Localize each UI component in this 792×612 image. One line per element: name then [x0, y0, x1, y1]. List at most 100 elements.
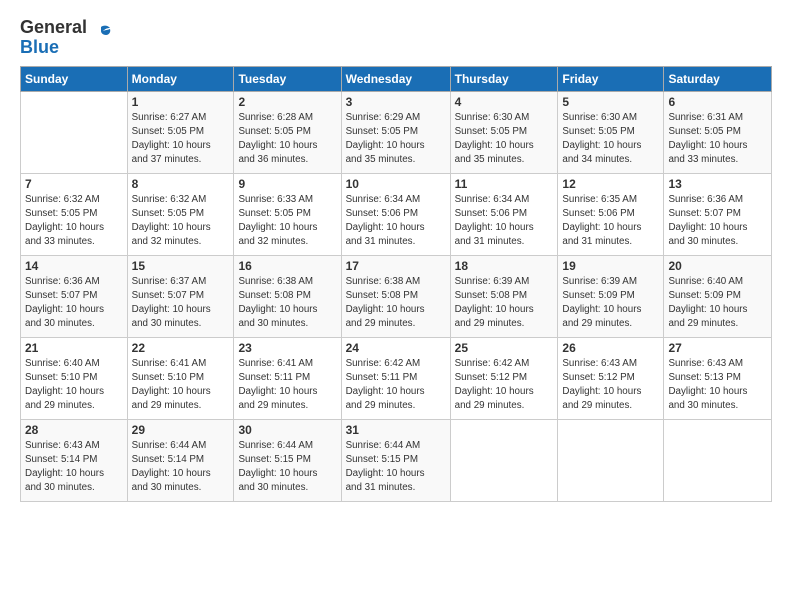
day-number: 20: [668, 259, 767, 273]
calendar-cell: 9 Sunrise: 6:33 AMSunset: 5:05 PMDaylight…: [234, 173, 341, 255]
calendar-cell: 31Sunrise: 6:44 AMSunset: 5:15 PMDayligh…: [341, 419, 450, 501]
calendar-cell: 11 Sunrise: 6:34 AMSunset: 5:06 PMDayligh…: [450, 173, 558, 255]
day-info: Sunrise: 6:34 AMSunset: 5:06 PMDaylight:…: [346, 193, 446, 250]
day-info: Sunrise: 6:42 AMSunset: 5:11 PMDaylight:…: [346, 357, 446, 414]
day-info: Sunrise: 6:27 AMSunset: 5:05 PMDaylight:…: [132, 111, 230, 168]
calendar-cell: [21, 91, 128, 173]
day-info: Sunrise: 6:42 AMSunset: 5:12 PMDaylight:…: [455, 357, 554, 414]
week-row-3: 21 Sunrise: 6:40 AMSunset: 5:10 PMDayligh…: [21, 337, 772, 419]
calendar-cell: 29Sunrise: 6:44 AMSunset: 5:14 PMDayligh…: [127, 419, 234, 501]
calendar-cell: 26 Sunrise: 6:43 AMSunset: 5:12 PMDayligh…: [558, 337, 664, 419]
day-number: 18: [455, 259, 554, 273]
day-info: Sunrise: 6:31 AMSunset: 5:05 PMDaylight:…: [668, 111, 767, 168]
week-row-2: 14Sunrise: 6:36 AMSunset: 5:07 PMDayligh…: [21, 255, 772, 337]
day-number: 12: [562, 177, 659, 191]
header-thursday: Thursday: [450, 66, 558, 91]
day-number: 21: [25, 341, 123, 355]
calendar-cell: 10 Sunrise: 6:34 AMSunset: 5:06 PMDayligh…: [341, 173, 450, 255]
header-saturday: Saturday: [664, 66, 772, 91]
day-number: 23: [238, 341, 336, 355]
logo: General Blue: [20, 18, 113, 58]
day-number: 28: [25, 423, 123, 437]
day-number: 16: [238, 259, 336, 273]
week-row-0: 1 Sunrise: 6:27 AMSunset: 5:05 PMDaylight…: [21, 91, 772, 173]
day-number: 9: [238, 177, 336, 191]
day-number: 7: [25, 177, 123, 191]
day-info: Sunrise: 6:34 AMSunset: 5:06 PMDaylight:…: [455, 193, 554, 250]
day-number: 5: [562, 95, 659, 109]
day-info: Sunrise: 6:29 AMSunset: 5:05 PMDaylight:…: [346, 111, 446, 168]
calendar-cell: [558, 419, 664, 501]
calendar-cell: 18 Sunrise: 6:39 AMSunset: 5:08 PMDayligh…: [450, 255, 558, 337]
calendar-cell: 16 Sunrise: 6:38 AMSunset: 5:08 PMDayligh…: [234, 255, 341, 337]
logo-general: General: [20, 17, 87, 37]
calendar-cell: 14Sunrise: 6:36 AMSunset: 5:07 PMDayligh…: [21, 255, 128, 337]
day-info: Sunrise: 6:39 AMSunset: 5:08 PMDaylight:…: [455, 275, 554, 332]
calendar-cell: 8 Sunrise: 6:32 AMSunset: 5:05 PMDaylight…: [127, 173, 234, 255]
day-info: Sunrise: 6:44 AMSunset: 5:14 PMDaylight:…: [132, 439, 230, 496]
calendar-cell: 13Sunrise: 6:36 AMSunset: 5:07 PMDayligh…: [664, 173, 772, 255]
logo-text: General Blue: [20, 18, 87, 58]
calendar-cell: 5Sunrise: 6:30 AMSunset: 5:05 PMDaylight…: [558, 91, 664, 173]
calendar-cell: 6 Sunrise: 6:31 AMSunset: 5:05 PMDaylight…: [664, 91, 772, 173]
day-number: 17: [346, 259, 446, 273]
day-info: Sunrise: 6:41 AMSunset: 5:11 PMDaylight:…: [238, 357, 336, 414]
day-info: Sunrise: 6:41 AMSunset: 5:10 PMDaylight:…: [132, 357, 230, 414]
day-number: 8: [132, 177, 230, 191]
day-number: 15: [132, 259, 230, 273]
day-info: Sunrise: 6:43 AMSunset: 5:14 PMDaylight:…: [25, 439, 123, 496]
calendar-cell: 4Sunrise: 6:30 AMSunset: 5:05 PMDaylight…: [450, 91, 558, 173]
day-info: Sunrise: 6:38 AMSunset: 5:08 PMDaylight:…: [346, 275, 446, 332]
calendar-cell: 3Sunrise: 6:29 AMSunset: 5:05 PMDaylight…: [341, 91, 450, 173]
day-info: Sunrise: 6:35 AMSunset: 5:06 PMDaylight:…: [562, 193, 659, 250]
day-number: 31: [346, 423, 446, 437]
day-number: 25: [455, 341, 554, 355]
day-number: 13: [668, 177, 767, 191]
day-number: 10: [346, 177, 446, 191]
day-info: Sunrise: 6:36 AMSunset: 5:07 PMDaylight:…: [25, 275, 123, 332]
day-info: Sunrise: 6:40 AMSunset: 5:09 PMDaylight:…: [668, 275, 767, 332]
day-info: Sunrise: 6:33 AMSunset: 5:05 PMDaylight:…: [238, 193, 336, 250]
day-number: 11: [455, 177, 554, 191]
header: General Blue: [20, 18, 772, 58]
day-info: Sunrise: 6:38 AMSunset: 5:08 PMDaylight:…: [238, 275, 336, 332]
day-number: 24: [346, 341, 446, 355]
day-info: Sunrise: 6:28 AMSunset: 5:05 PMDaylight:…: [238, 111, 336, 168]
day-number: 26: [562, 341, 659, 355]
logo-blue: Blue: [20, 37, 59, 57]
day-info: Sunrise: 6:32 AMSunset: 5:05 PMDaylight:…: [25, 193, 123, 250]
calendar-cell: 20 Sunrise: 6:40 AMSunset: 5:09 PMDayligh…: [664, 255, 772, 337]
calendar-cell: 17 Sunrise: 6:38 AMSunset: 5:08 PMDayligh…: [341, 255, 450, 337]
calendar-table: SundayMondayTuesdayWednesdayThursdayFrid…: [20, 66, 772, 502]
day-info: Sunrise: 6:43 AMSunset: 5:13 PMDaylight:…: [668, 357, 767, 414]
week-row-1: 7 Sunrise: 6:32 AMSunset: 5:05 PMDaylight…: [21, 173, 772, 255]
day-number: 22: [132, 341, 230, 355]
day-number: 6: [668, 95, 767, 109]
calendar-cell: 28 Sunrise: 6:43 AMSunset: 5:14 PMDayligh…: [21, 419, 128, 501]
calendar-cell: 2Sunrise: 6:28 AMSunset: 5:05 PMDaylight…: [234, 91, 341, 173]
day-info: Sunrise: 6:37 AMSunset: 5:07 PMDaylight:…: [132, 275, 230, 332]
calendar-cell: 30Sunrise: 6:44 AMSunset: 5:15 PMDayligh…: [234, 419, 341, 501]
calendar-cell: 1 Sunrise: 6:27 AMSunset: 5:05 PMDaylight…: [127, 91, 234, 173]
calendar-cell: 23 Sunrise: 6:41 AMSunset: 5:11 PMDayligh…: [234, 337, 341, 419]
header-tuesday: Tuesday: [234, 66, 341, 91]
calendar-cell: [450, 419, 558, 501]
week-row-4: 28 Sunrise: 6:43 AMSunset: 5:14 PMDayligh…: [21, 419, 772, 501]
page: General Blue SundayMondayTuesdayWednesda…: [0, 0, 792, 512]
day-number: 30: [238, 423, 336, 437]
header-sunday: Sunday: [21, 66, 128, 91]
calendar-cell: 22 Sunrise: 6:41 AMSunset: 5:10 PMDayligh…: [127, 337, 234, 419]
day-info: Sunrise: 6:32 AMSunset: 5:05 PMDaylight:…: [132, 193, 230, 250]
calendar-cell: 21 Sunrise: 6:40 AMSunset: 5:10 PMDayligh…: [21, 337, 128, 419]
day-number: 1: [132, 95, 230, 109]
day-number: 4: [455, 95, 554, 109]
calendar-cell: 25 Sunrise: 6:42 AMSunset: 5:12 PMDayligh…: [450, 337, 558, 419]
header-row: SundayMondayTuesdayWednesdayThursdayFrid…: [21, 66, 772, 91]
day-info: Sunrise: 6:43 AMSunset: 5:12 PMDaylight:…: [562, 357, 659, 414]
header-wednesday: Wednesday: [341, 66, 450, 91]
calendar-cell: 27Sunrise: 6:43 AMSunset: 5:13 PMDayligh…: [664, 337, 772, 419]
calendar-cell: [664, 419, 772, 501]
day-info: Sunrise: 6:40 AMSunset: 5:10 PMDaylight:…: [25, 357, 123, 414]
logo-bird-icon: [91, 23, 113, 45]
calendar-cell: 24 Sunrise: 6:42 AMSunset: 5:11 PMDayligh…: [341, 337, 450, 419]
